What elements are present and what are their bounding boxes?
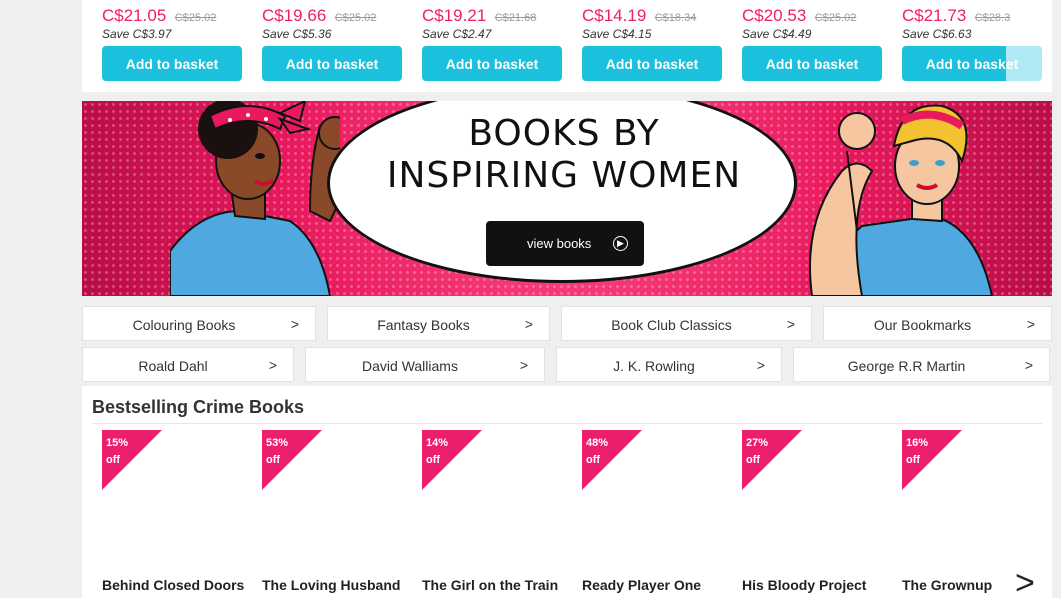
chevron-right-icon: > xyxy=(1026,316,1035,332)
product-rrp: C$25.02 xyxy=(814,12,857,24)
category-label: Book Club Classics xyxy=(611,317,732,333)
product-price: C$20.53 xyxy=(742,6,807,25)
product-saving: Save C$6.63 xyxy=(902,27,972,41)
carousel-fade-overlay xyxy=(1006,46,1042,81)
chevron-right-icon: > xyxy=(1024,357,1033,373)
product-rrp: C$25.02 xyxy=(174,12,217,24)
product-price: C$21.73 xyxy=(902,6,967,25)
product-rrp: C$28.3 xyxy=(974,12,1011,24)
add-to-basket-button[interactable]: Add to basket xyxy=(582,46,722,81)
section-title: Bestselling Crime Books xyxy=(92,397,305,417)
category-jk-rowling[interactable]: J. K. Rowling > xyxy=(556,347,782,382)
product-saving: Save C$4.49 xyxy=(742,27,812,41)
product-price: C$21.05 xyxy=(102,6,167,25)
category-book-club-classics[interactable]: Book Club Classics > xyxy=(561,306,812,341)
category-our-bookmarks[interactable]: Our Bookmarks > xyxy=(823,306,1052,341)
book-title[interactable]: The Girl on the Train xyxy=(422,577,558,593)
product-rrp: C$18.34 xyxy=(654,12,697,24)
book-title[interactable]: The Loving Husband xyxy=(262,577,400,593)
woman-illustration-right xyxy=(809,104,994,296)
chevron-right-icon: > xyxy=(268,357,277,373)
book-tile[interactable]: 27% off His Bloody Project xyxy=(742,430,892,598)
chevron-right-icon: > xyxy=(290,316,299,332)
chevron-right-icon: > xyxy=(519,357,528,373)
discount-badge: 27% off xyxy=(746,437,769,466)
book-tile[interactable]: 48% off Ready Player One xyxy=(582,430,732,598)
section-divider xyxy=(92,423,1042,424)
woman-illustration-left xyxy=(170,101,340,296)
product-rrp: C$25.02 xyxy=(334,12,377,24)
product-saving: Save C$2.47 xyxy=(422,27,492,41)
add-to-basket-button[interactable]: Add to basket xyxy=(422,46,562,81)
product-saving: Save C$5.36 xyxy=(262,27,332,41)
category-label: David Walliams xyxy=(362,358,458,374)
category-label: Our Bookmarks xyxy=(873,317,972,333)
bestselling-crime-section: Bestselling Crime Books 15% off Behind C… xyxy=(82,386,1052,598)
chevron-right-icon: > xyxy=(756,357,765,373)
add-to-basket-button[interactable]: Add to basket xyxy=(262,46,402,81)
discount-badge: 16% off xyxy=(906,437,929,466)
circle-chevron-right-icon: ▶ xyxy=(613,236,628,251)
discount-badge: 14% off xyxy=(426,437,449,466)
add-to-basket-button[interactable]: Add to basket xyxy=(742,46,882,81)
category-david-walliams[interactable]: David Walliams > xyxy=(305,347,545,382)
category-label: Fantasy Books xyxy=(377,317,470,333)
discount-badge: 15% off xyxy=(106,437,129,466)
category-label: Roald Dahl xyxy=(138,358,208,374)
discount-badge: 48% off xyxy=(586,437,609,466)
book-title[interactable]: His Bloody Project xyxy=(742,577,866,593)
banner-headline: BOOKS BY INSPIRING WOMEN xyxy=(364,113,764,197)
promo-banner[interactable]: BOOKS BY INSPIRING WOMEN view books ▶ xyxy=(82,101,1052,296)
category-fantasy-books[interactable]: Fantasy Books > xyxy=(327,306,550,341)
category-roald-dahl[interactable]: Roald Dahl > xyxy=(82,347,294,382)
headline-line: INSPIRING WOMEN xyxy=(386,155,742,196)
chevron-right-icon: > xyxy=(524,316,533,332)
add-to-basket-button[interactable]: Add to basket xyxy=(102,46,242,81)
product-price: C$19.21 xyxy=(422,6,487,25)
category-george-rr-martin[interactable]: George R.R Martin > xyxy=(793,347,1050,382)
product-rrp: C$21.68 xyxy=(494,12,537,24)
book-tile[interactable]: 53% off The Loving Husband xyxy=(262,430,412,598)
book-title[interactable]: Ready Player One xyxy=(582,577,701,593)
category-label: J. K. Rowling xyxy=(613,358,695,374)
headline-line: BOOKS BY xyxy=(468,113,660,154)
product-price: C$19.66 xyxy=(262,6,327,25)
discount-badge: 53% off xyxy=(266,437,289,466)
view-books-button[interactable]: view books ▶ xyxy=(486,221,644,266)
carousel-next-icon[interactable]: > xyxy=(1015,566,1035,598)
category-label: Colouring Books xyxy=(132,317,236,333)
book-tile[interactable]: 15% off Behind Closed Doors xyxy=(102,430,252,598)
category-colouring-books[interactable]: Colouring Books > xyxy=(82,306,316,341)
book-title[interactable]: Behind Closed Doors xyxy=(102,577,244,593)
product-saving: Save C$4.15 xyxy=(582,27,652,41)
product-carousel: C$21.05 C$25.02 Save C$3.97 Add to baske… xyxy=(82,0,1052,92)
book-title[interactable]: The Grownup xyxy=(902,577,992,593)
view-books-label: view books xyxy=(527,236,592,251)
product-price: C$14.19 xyxy=(582,6,647,25)
book-tile[interactable]: 14% off The Girl on the Train xyxy=(422,430,572,598)
chevron-right-icon: > xyxy=(786,316,795,332)
product-saving: Save C$3.97 xyxy=(102,27,172,41)
category-label: George R.R Martin xyxy=(847,358,966,374)
